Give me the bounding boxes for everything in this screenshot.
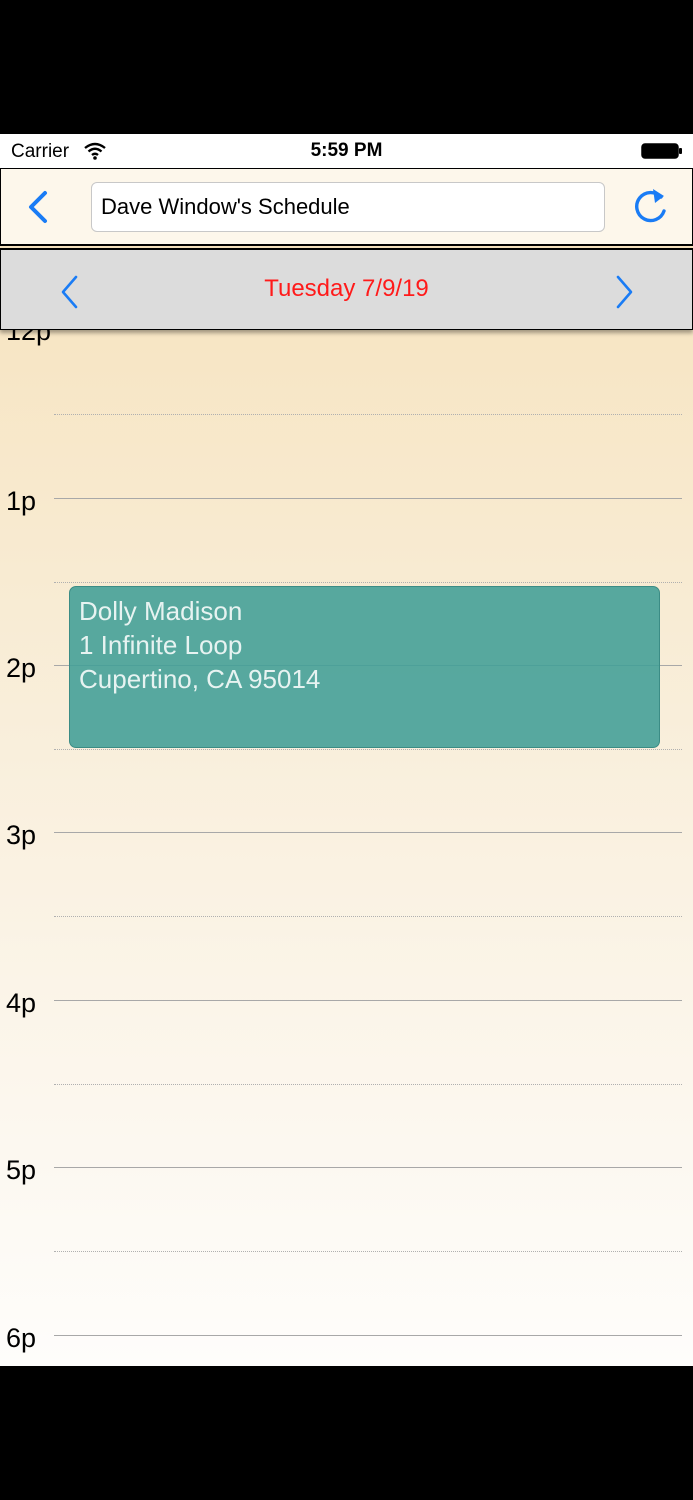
back-chevron-icon[interactable] <box>21 187 55 227</box>
half-hour-line <box>54 414 682 415</box>
status-bar: Carrier 5:59 PM <box>0 134 693 168</box>
hour-label: 4p <box>6 988 37 1018</box>
event-name: Dolly Madison <box>79 596 243 626</box>
hour-line <box>54 1000 682 1001</box>
hour-label: 2p <box>6 653 37 683</box>
hour-label: 3p <box>6 820 37 850</box>
next-day-icon[interactable] <box>609 272 639 312</box>
hour-label: 6p <box>6 1323 37 1353</box>
hour-label: 12p <box>6 330 52 346</box>
event-address-line1: 1 Infinite Loop <box>79 630 243 660</box>
half-hour-line <box>54 749 682 750</box>
hour-line <box>54 1167 682 1168</box>
date-nav-bar: Tuesday 7/9/19 <box>0 248 693 330</box>
event-address-line2: Cupertino, CA 95014 <box>79 664 321 694</box>
current-date-label[interactable]: Tuesday 7/9/19 <box>1 275 692 303</box>
half-hour-line <box>54 916 682 917</box>
hour-label: 1p <box>6 486 37 516</box>
schedule-title-field[interactable]: Dave Window's Schedule <box>91 182 605 232</box>
hour-line <box>54 498 682 499</box>
day-calendar[interactable]: 12p 1p 2p 3p 4p 5p 6p Dolly Madison 1 In… <box>0 330 693 1366</box>
appointment-event[interactable]: Dolly Madison 1 Infinite Loop Cupertino,… <box>69 586 660 748</box>
half-hour-line <box>54 582 682 583</box>
status-time: 5:59 PM <box>310 140 383 161</box>
half-hour-line <box>54 1084 682 1085</box>
hour-label: 5p <box>6 1155 37 1185</box>
hour-line <box>54 832 682 833</box>
app-screen: Carrier 5:59 PM Dave Window's Schedule T… <box>0 134 693 1366</box>
half-hour-line <box>54 1251 682 1252</box>
refresh-icon[interactable] <box>631 185 671 227</box>
hour-line <box>54 1335 682 1336</box>
title-bar: Dave Window's Schedule <box>0 168 693 246</box>
battery-icon <box>641 143 682 159</box>
